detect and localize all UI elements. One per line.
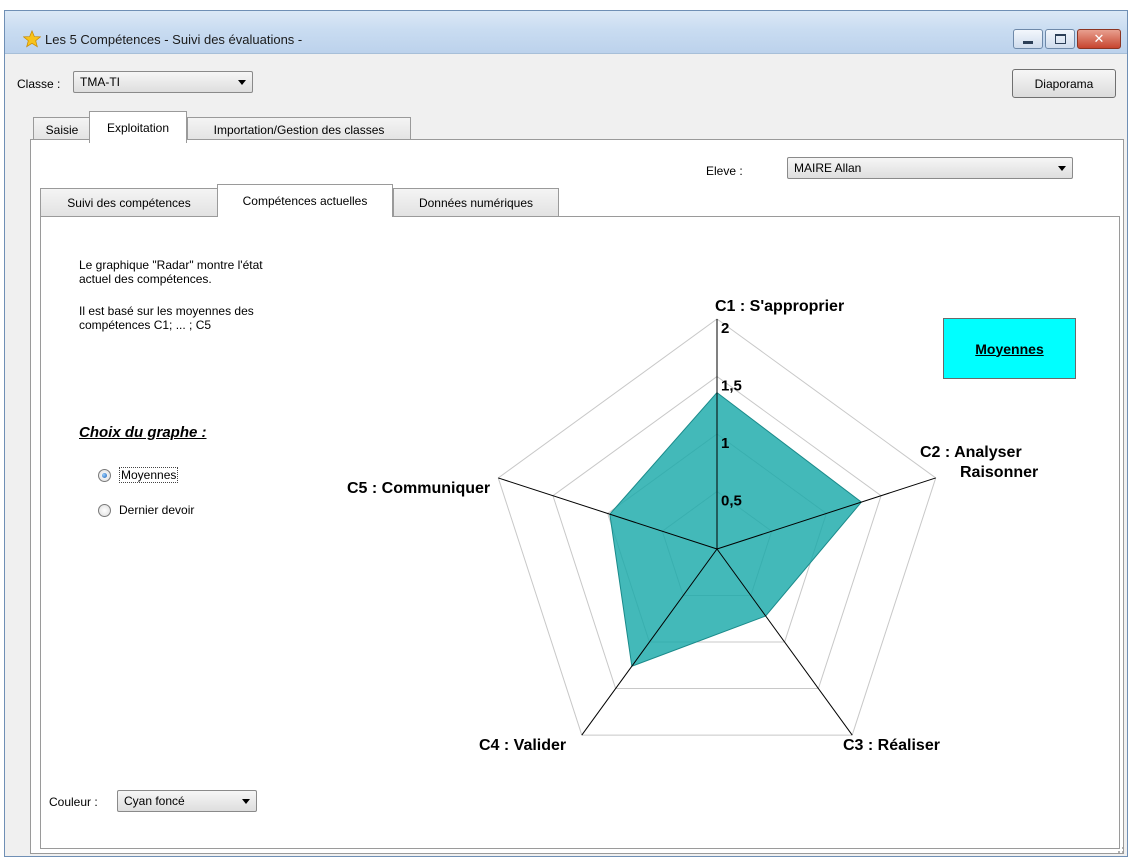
chevron-down-icon: [238, 80, 246, 85]
axis-label-c1: C1 : S'approprier: [715, 298, 844, 315]
tab-exploitation[interactable]: Exploitation: [89, 111, 187, 143]
tab-suivi-competences[interactable]: Suivi des compétences: [40, 188, 218, 216]
classe-value: TMA-TI: [80, 75, 120, 89]
minimize-icon: [1023, 40, 1033, 44]
axis-label-c4: C4 : Valider: [479, 737, 566, 754]
close-icon: ✕: [1093, 31, 1105, 46]
tick-label-2: 1: [721, 435, 729, 452]
maximize-button[interactable]: [1045, 29, 1075, 49]
tick-label-4: 2: [721, 320, 729, 337]
tab-competences-actuelles[interactable]: Compétences actuelles: [217, 184, 393, 217]
series-area: [609, 391, 863, 667]
close-button[interactable]: ✕: [1077, 29, 1121, 49]
couleur-label: Couleur :: [49, 795, 98, 809]
star-icon: [23, 30, 41, 48]
window-controls: ✕: [1013, 29, 1121, 49]
resize-grip-icon[interactable]: [1115, 844, 1125, 854]
classe-select[interactable]: TMA-TI: [73, 71, 253, 93]
chevron-down-icon: [242, 799, 250, 804]
tab-importation[interactable]: Importation/Gestion des classes: [187, 117, 411, 141]
maximize-icon: [1054, 34, 1066, 44]
axis-label-c2-line-1: C2 : Analyser: [920, 444, 1022, 461]
competences-actuelles-panel: Le graphique "Radar" montre l'état actue…: [40, 216, 1120, 849]
tab-saisie[interactable]: Saisie: [33, 117, 91, 141]
classe-label: Classe :: [17, 77, 61, 91]
chevron-down-icon: [1058, 166, 1066, 171]
eleve-value: MAIRE Allan: [794, 161, 862, 175]
axis-label-c3: C3 : Réaliser: [843, 737, 940, 754]
eleve-label: Eleve :: [706, 164, 743, 178]
tick-label-3: 1,5: [721, 378, 742, 395]
axis-label-c2-line-2: Raisonner: [960, 464, 1038, 481]
axis-label-c5: C5 : Communiquer: [347, 480, 490, 497]
title-bar[interactable]: Les 5 Compétences - Suivi des évaluation…: [5, 11, 1127, 54]
eleve-select[interactable]: MAIRE Allan: [787, 157, 1073, 179]
couleur-value: Cyan foncé: [124, 794, 185, 808]
app-window: Les 5 Compétences - Suivi des évaluation…: [4, 10, 1128, 857]
radar-chart: 0,5 1 1,5 2 C1 : S'approprier C2 : Analyser Ra…: [347, 298, 1038, 754]
window-title: Les 5 Compétences - Suivi des évaluation…: [45, 32, 303, 47]
tick-label-1: 0,5: [721, 493, 742, 510]
exploitation-panel: Eleve : MAIRE Allan Suivi des compétence…: [30, 139, 1124, 854]
minimize-button[interactable]: [1013, 29, 1043, 49]
couleur-select[interactable]: Cyan foncé: [117, 790, 257, 812]
tab-donnees-numeriques[interactable]: Données numériques: [393, 188, 559, 216]
diaporama-button[interactable]: Diaporama: [1012, 69, 1116, 98]
